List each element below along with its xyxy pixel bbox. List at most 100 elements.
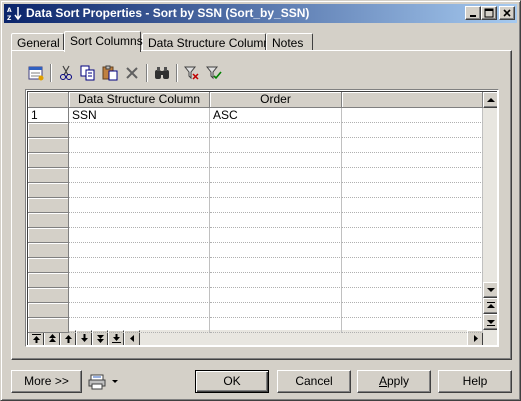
grid-cell[interactable] [69, 138, 210, 153]
grid-cell[interactable] [342, 258, 483, 273]
row-header[interactable] [28, 183, 69, 198]
grid-cell[interactable] [342, 318, 483, 333]
grid-cell[interactable] [69, 303, 210, 318]
paste-button[interactable] [100, 63, 120, 83]
maximize-icon [484, 8, 494, 18]
grid-cell[interactable]: SSN [69, 108, 210, 123]
grid-cell[interactable] [210, 228, 342, 243]
row-header[interactable] [28, 123, 69, 138]
grid-cell[interactable] [69, 153, 210, 168]
window-title: Data Sort Properties - Sort by SSN (Sort… [26, 6, 310, 20]
grid-cell[interactable] [210, 183, 342, 198]
title-bar[interactable]: A Z Data Sort Properties - Sort by SSN (… [4, 4, 517, 23]
grid-cell[interactable] [342, 168, 483, 183]
row-header[interactable] [28, 153, 69, 168]
move-to-top-button[interactable] [483, 298, 497, 314]
grid-cell[interactable] [69, 183, 210, 198]
grid-cell[interactable] [342, 243, 483, 258]
move-to-bottom-button[interactable] [483, 314, 497, 330]
row-header[interactable] [28, 243, 69, 258]
tab-general[interactable]: General [11, 33, 64, 51]
row-header[interactable] [28, 288, 69, 303]
filter-clear-icon [206, 66, 222, 80]
cut-button[interactable] [56, 63, 76, 83]
apply-button[interactable]: Apply [357, 370, 431, 393]
help-button[interactable]: Help [438, 370, 512, 393]
row-header[interactable] [28, 318, 69, 333]
row-header[interactable] [28, 138, 69, 153]
grid-cell[interactable] [69, 168, 210, 183]
row-header[interactable] [28, 273, 69, 288]
apply-label-post: pply [387, 374, 410, 388]
column-header-data-structure-column[interactable]: Data Structure Column [69, 92, 210, 108]
grid-cell[interactable] [342, 303, 483, 318]
delete-icon [126, 67, 138, 79]
grid-cell[interactable] [210, 138, 342, 153]
sort-az-icon: A Z [7, 7, 22, 21]
maximize-button[interactable] [481, 6, 497, 20]
grid-cell[interactable] [210, 303, 342, 318]
sort-columns-grid: Data Structure Column Order 1 SSN ASC [25, 89, 499, 347]
grid-cell[interactable] [69, 198, 210, 213]
grid-cell[interactable] [69, 123, 210, 138]
tab-data-structure-columns[interactable]: Data Structure Columns [142, 33, 276, 51]
grid-cell[interactable] [69, 258, 210, 273]
grid-cell[interactable] [210, 153, 342, 168]
grid-cell[interactable] [210, 123, 342, 138]
vertical-scrollbar[interactable] [483, 92, 497, 345]
grid-cell[interactable] [69, 318, 210, 333]
printer-icon [88, 374, 118, 390]
row-header[interactable] [28, 213, 69, 228]
filter-clear-button[interactable] [204, 63, 224, 83]
minimize-button[interactable] [465, 6, 481, 20]
grid-cell[interactable] [342, 153, 483, 168]
ok-button[interactable]: OK [195, 370, 269, 393]
copy-button[interactable] [78, 63, 98, 83]
grid-cell[interactable] [342, 288, 483, 303]
row-header[interactable]: 1 [28, 108, 69, 123]
find-icon [155, 67, 169, 79]
grid-cell[interactable] [69, 243, 210, 258]
grid-cell[interactable] [210, 258, 342, 273]
tab-sort-columns[interactable]: Sort Columns [64, 31, 143, 52]
grid-cell[interactable] [342, 183, 483, 198]
delete-button[interactable] [122, 63, 142, 83]
row-header[interactable] [28, 198, 69, 213]
grid-cell[interactable] [342, 273, 483, 288]
grid-cell[interactable]: ASC [210, 108, 342, 123]
grid-cell[interactable] [210, 318, 342, 333]
scroll-up-button[interactable] [483, 92, 497, 108]
grid-cell[interactable] [342, 198, 483, 213]
grid-cell[interactable] [210, 213, 342, 228]
grid-cell[interactable] [342, 138, 483, 153]
grid-cell[interactable] [69, 213, 210, 228]
grid-cell[interactable] [69, 228, 210, 243]
more-button[interactable]: More >> [11, 370, 82, 393]
grid-cell[interactable] [210, 288, 342, 303]
find-button[interactable] [152, 63, 172, 83]
cancel-button[interactable]: Cancel [277, 370, 351, 393]
grid-cell[interactable] [342, 123, 483, 138]
properties-button[interactable] [26, 63, 46, 83]
grid-body: Data Structure Column Order 1 SSN ASC [27, 91, 497, 345]
grid-cell[interactable] [69, 273, 210, 288]
row-header[interactable] [28, 228, 69, 243]
grid-cell[interactable] [342, 108, 483, 123]
grid-cell[interactable] [342, 228, 483, 243]
grid-cell[interactable] [210, 273, 342, 288]
close-button[interactable] [499, 6, 515, 20]
grid-cell[interactable] [210, 243, 342, 258]
grid-cell[interactable] [342, 213, 483, 228]
row-header[interactable] [28, 303, 69, 318]
filter-button[interactable] [182, 63, 202, 83]
grid-cell[interactable] [210, 168, 342, 183]
grid-cell[interactable] [210, 198, 342, 213]
row-header[interactable] [28, 168, 69, 183]
column-header-order[interactable]: Order [210, 92, 342, 108]
grid-cell[interactable] [69, 288, 210, 303]
toolbar-separator [50, 64, 52, 82]
scroll-down-button[interactable] [483, 282, 497, 298]
print-button[interactable] [88, 371, 124, 391]
row-header[interactable] [28, 258, 69, 273]
tab-notes[interactable]: Notes [266, 33, 313, 51]
